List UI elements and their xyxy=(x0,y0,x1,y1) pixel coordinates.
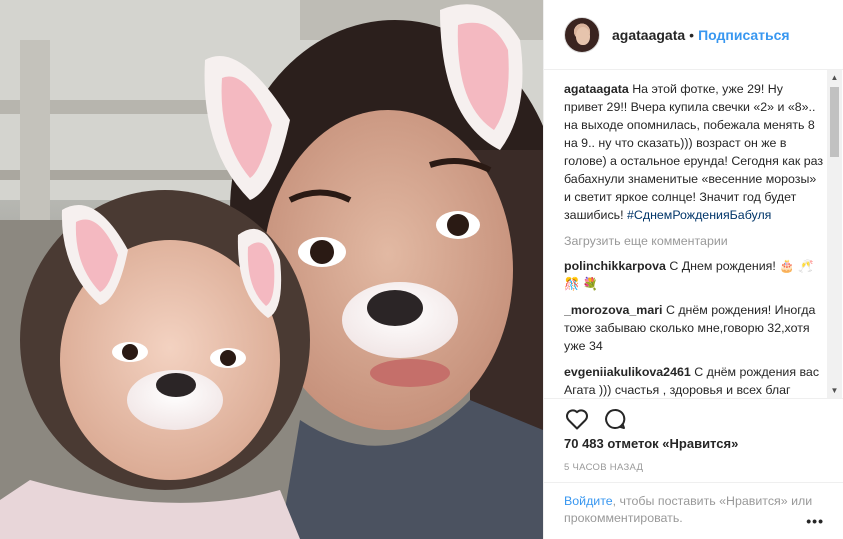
caption-hashtag[interactable]: #СднемРожденияБабуля xyxy=(627,208,771,222)
heart-icon xyxy=(566,408,588,429)
scrollbar-thumb[interactable] xyxy=(830,87,839,157)
likes-count[interactable]: 70 483 отметок «Нравится» xyxy=(564,436,738,451)
photo-illustration xyxy=(0,0,543,539)
caption-text: На этой фотке, уже 29! Ну привет 29!! Вч… xyxy=(564,82,824,222)
post-actions xyxy=(544,398,843,438)
comment-username[interactable]: _morozova_mari xyxy=(564,303,662,317)
comment-button[interactable] xyxy=(600,404,630,434)
caption: agataagata На этой фотке, уже 29! Ну при… xyxy=(564,80,824,224)
comment-item: evgeniiakulikova2461 С днём рождения вас… xyxy=(564,363,824,398)
load-more-comments-button[interactable]: Загрузить еще комментарии xyxy=(564,232,824,250)
post-header: agataagata • Подписаться xyxy=(544,0,843,70)
comment-item: _morozova_mari С днём рождения! Иногда т… xyxy=(564,301,824,355)
post-timestamp: 5 ЧАСОВ НАЗАД xyxy=(564,462,644,473)
header-separator: • xyxy=(689,26,695,43)
comment-bubble-icon xyxy=(605,408,626,429)
post-sidebar: agataagata • Подписаться agataagata На э… xyxy=(543,0,843,539)
comments-scrollbar[interactable]: ▲ ▼ xyxy=(827,70,842,398)
avatar[interactable] xyxy=(564,16,600,53)
follow-button[interactable]: Подписаться xyxy=(698,27,790,43)
post-photo[interactable] xyxy=(0,0,543,539)
author-username[interactable]: agataagata xyxy=(612,27,685,43)
scroll-up-arrow-icon[interactable]: ▲ xyxy=(827,70,842,85)
more-dots-icon[interactable]: ••• xyxy=(806,513,824,530)
like-button[interactable] xyxy=(562,404,592,434)
comment-item: polinchikkarpova С Днем рождения! 🎂 🥂 🎊 … xyxy=(564,257,824,293)
caption-username[interactable]: agataagata xyxy=(564,82,629,96)
scroll-down-arrow-icon[interactable]: ▼ xyxy=(827,383,842,398)
login-prompt: Войдите, чтобы поставить «Нравится» или … xyxy=(544,482,843,539)
comment-username[interactable]: evgeniiakulikova2461 xyxy=(564,365,691,379)
login-link[interactable]: Войдите xyxy=(564,494,613,508)
comment-username[interactable]: polinchikkarpova xyxy=(564,259,666,273)
comments-list: agataagata На этой фотке, уже 29! Ну при… xyxy=(564,80,824,398)
